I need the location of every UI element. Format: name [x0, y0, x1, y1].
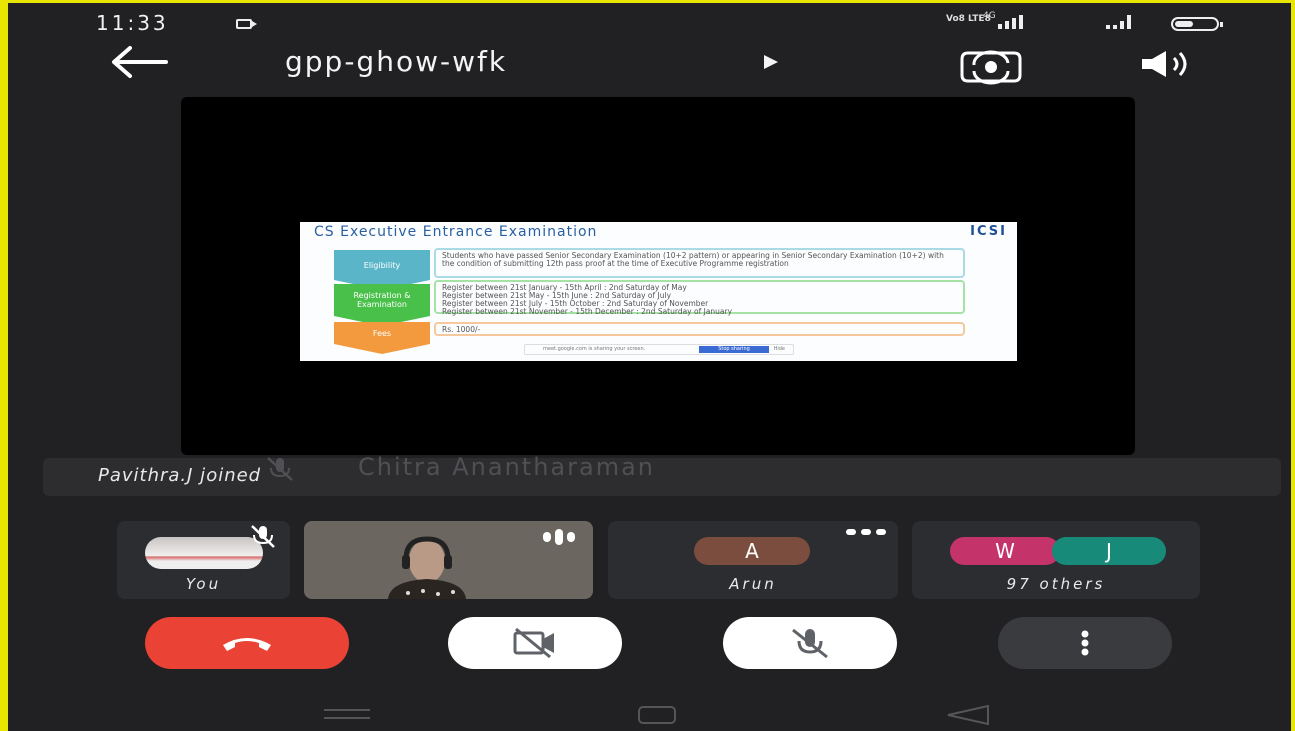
screen-share-bar: meet.google.com is sharing your screen. …	[524, 344, 794, 355]
more-options-button[interactable]	[998, 617, 1172, 669]
tile-label-arun: Arun	[729, 575, 777, 593]
mic-toggle-button[interactable]	[723, 617, 897, 669]
tile-label-you: You	[185, 575, 222, 593]
phone-screen: 11:33 Vo8 LTE8 4G gpp-ghow-wfk CS Execut…	[8, 3, 1291, 731]
slide-registration-text: Register between 21st January - 15th Apr…	[434, 280, 965, 316]
recent-apps-icon[interactable]	[322, 703, 372, 727]
end-call-button[interactable]	[145, 617, 349, 669]
expand-triangle-icon[interactable]	[764, 55, 778, 69]
meeting-code[interactable]: gpp-ghow-wfk	[285, 45, 507, 78]
stop-sharing-button[interactable]: Stop sharing	[699, 346, 769, 353]
slide-eligibility-text: Students who have passed Senior Secondar…	[434, 248, 965, 278]
network-type: 4G	[983, 11, 996, 21]
join-notification: Pavithra.J joined	[43, 458, 1281, 496]
participant-tile-arun[interactable]: A Arun	[608, 521, 898, 599]
mic-off-icon	[251, 525, 275, 548]
speaker-mic-off-icon	[267, 457, 293, 481]
home-icon[interactable]	[635, 703, 679, 727]
speaker-volume-icon[interactable]	[1136, 47, 1202, 81]
switch-camera-icon[interactable]	[952, 45, 1030, 85]
active-speaker-name: Chitra Anantharaman	[358, 453, 655, 481]
camera-toggle-button[interactable]	[448, 617, 622, 669]
slide-title: CS Executive Entrance Examination	[314, 224, 598, 240]
avatar-j: J	[1052, 537, 1166, 565]
status-bar: 11:33 Vo8 LTE8 4G	[8, 3, 1291, 43]
status-time: 11:33	[96, 11, 169, 35]
battery-icon	[1171, 17, 1223, 31]
slide-step-fees: Fees	[334, 322, 430, 354]
share-notice: meet.google.com is sharing your screen.	[543, 346, 646, 352]
slide-step-registration: Registration & Examination	[334, 284, 430, 326]
slide-logo: ICSI	[970, 224, 1007, 239]
participant-tile-video[interactable]	[304, 521, 593, 599]
back-nav-icon[interactable]	[942, 703, 992, 727]
shared-screen-slide: CS Executive Entrance Examination ICSI E…	[300, 222, 1017, 361]
self-avatar	[145, 537, 263, 569]
participant-tile-others[interactable]: W J 97 others	[912, 521, 1200, 599]
tile-label-others: 97 others	[1006, 575, 1106, 593]
slide-fees-text: Rs. 1000/-	[434, 322, 965, 336]
hang-up-icon	[223, 638, 271, 651]
avatar-arun: A	[694, 537, 810, 565]
avatar-w: W	[950, 537, 1060, 565]
registration-line: Register between 21st November - 15th De…	[442, 307, 733, 316]
video-recording-icon	[236, 19, 257, 29]
mic-off-button-icon	[792, 628, 828, 659]
meeting-header: gpp-ghow-wfk	[8, 41, 1291, 87]
camera-off-icon	[513, 627, 554, 659]
back-arrow-icon[interactable]	[108, 43, 170, 81]
slide-step-eligibility: Eligibility	[334, 250, 430, 290]
speaking-indicator-icon	[543, 529, 575, 545]
vertical-dots-icon	[1081, 630, 1089, 656]
signal-strength-icon	[998, 15, 1023, 29]
signal-strength-icon-2	[1106, 15, 1131, 29]
join-notification-text: Pavithra.J joined	[98, 465, 262, 486]
more-options-icon[interactable]	[846, 529, 886, 535]
participant-video-feed	[368, 535, 486, 599]
participant-tile-you[interactable]: You	[117, 521, 290, 599]
hide-button[interactable]: Hide	[774, 345, 785, 354]
